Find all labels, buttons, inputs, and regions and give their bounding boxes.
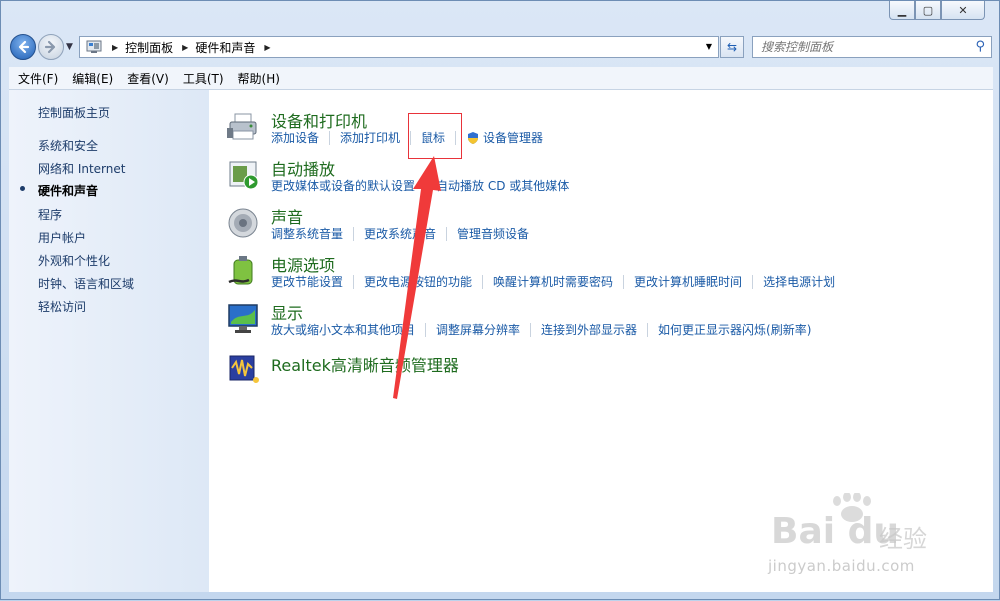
back-button[interactable] <box>10 34 36 60</box>
address-dropdown-icon[interactable]: ▼ <box>706 42 712 51</box>
link-divider <box>446 226 448 241</box>
back-arrow-icon <box>18 40 30 54</box>
link-external-display[interactable]: 连接到外部显示器 <box>541 321 637 338</box>
link-text-size[interactable]: 放大或缩小文本和其他项目 <box>271 321 415 338</box>
link-divider <box>482 274 484 289</box>
forward-arrow-icon <box>44 40 56 54</box>
autoplay-icon[interactable] <box>227 158 261 192</box>
link-manage-audio-devices[interactable]: 管理音频设备 <box>457 225 529 242</box>
speaker-icon[interactable] <box>227 206 261 240</box>
sidebar-item-ease-of-access[interactable]: 轻松访问 <box>38 298 86 315</box>
link-change-default-media-settings[interactable]: 更改媒体或设备的默认设置 <box>271 177 415 194</box>
uac-shield-icon <box>468 131 479 144</box>
link-adjust-volume[interactable]: 调整系统音量 <box>271 225 343 242</box>
link-change-power-saving[interactable]: 更改节能设置 <box>271 273 343 290</box>
link-change-power-buttons[interactable]: 更改电源按钮的功能 <box>364 273 472 290</box>
link-add-printer[interactable]: 添加打印机 <box>340 129 400 146</box>
links-autoplay: 更改媒体或设备的默认设置 自动播放 CD 或其他媒体 <box>271 177 569 194</box>
sidebar-item-clock-language-region[interactable]: 时钟、语言和区域 <box>38 275 134 292</box>
link-refresh-rate[interactable]: 如何更正显示器闪烁(刷新率) <box>658 321 811 338</box>
battery-icon[interactable] <box>227 254 261 288</box>
menu-file[interactable]: 文件(F) <box>18 70 58 87</box>
monitor-icon[interactable] <box>227 302 261 336</box>
link-screen-resolution[interactable]: 调整屏幕分辨率 <box>436 321 520 338</box>
close-button[interactable]: ✕ <box>941 1 985 20</box>
search-icon[interactable]: ⚲ <box>975 39 985 54</box>
active-item-bullet <box>20 186 25 191</box>
sidebar-item-programs[interactable]: 程序 <box>38 206 62 223</box>
address-bar[interactable]: ▶ 控制面板 ▶ 硬件和声音 ▶ ▼ <box>79 36 719 58</box>
minimize-button[interactable]: ▁ <box>889 1 915 20</box>
menu-edit[interactable]: 编辑(E) <box>72 70 113 87</box>
watermark-url: jingyan.baidu.com <box>768 557 915 575</box>
breadcrumb-control-panel[interactable]: 控制面板 <box>125 39 173 56</box>
category-title-realtek-audio[interactable]: Realtek高清晰音频管理器 <box>271 352 459 376</box>
sidebar-item-hardware-sound[interactable]: 硬件和声音 <box>38 182 98 199</box>
link-divider <box>425 178 427 193</box>
refresh-button[interactable]: ⇆ <box>720 36 744 58</box>
sidebar-item-network-internet[interactable]: 网络和 Internet <box>38 160 125 177</box>
sidebar: 控制面板主页 系统和安全 网络和 Internet 硬件和声音 程序 用户帐户 … <box>9 90 209 592</box>
control-panel-icon <box>86 40 102 53</box>
sidebar-item-user-accounts[interactable]: 用户帐户 <box>38 229 86 246</box>
link-divider <box>752 274 754 289</box>
forward-button[interactable] <box>38 34 64 60</box>
menu-view[interactable]: 查看(V) <box>127 70 169 87</box>
links-power-options: 更改节能设置 更改电源按钮的功能 唤醒计算机时需要密码 更改计算机睡眠时间 选择… <box>271 273 835 290</box>
refresh-icon: ⇆ <box>726 40 738 54</box>
sidebar-item-home[interactable]: 控制面板主页 <box>38 104 110 121</box>
mouse-link-highlight-box <box>408 113 462 159</box>
realtek-audio-icon[interactable] <box>227 352 261 386</box>
link-autoplay-cd[interactable]: 自动播放 CD 或其他媒体 <box>436 177 569 194</box>
control-panel-window: ▁ ▢ ✕ ▼ ▶ 控制面板 ▶ 硬件和声音 ▶ ▼ ⇆ 搜索控制面板 ⚲ 文件… <box>0 0 1000 600</box>
link-divider <box>425 322 427 337</box>
navigation-bar: ▼ ▶ 控制面板 ▶ 硬件和声音 ▶ ▼ ⇆ ⚲ <box>1 31 1000 61</box>
search-box[interactable]: ⚲ <box>752 36 992 58</box>
sidebar-item-appearance[interactable]: 外观和个性化 <box>38 252 110 269</box>
sidebar-item-system-security[interactable]: 系统和安全 <box>38 137 98 154</box>
links-sound: 调整系统音量 更改系统声音 管理音频设备 <box>271 225 529 242</box>
watermark-jingyan: 经验 <box>879 525 927 553</box>
breadcrumb-hardware-sound[interactable]: 硬件和声音 <box>195 39 255 56</box>
maximize-button[interactable]: ▢ <box>915 1 941 20</box>
link-divider <box>647 322 649 337</box>
link-divider <box>353 274 355 289</box>
recent-pages-dropdown-icon[interactable]: ▼ <box>66 42 73 52</box>
menu-help[interactable]: 帮助(H) <box>238 70 280 87</box>
breadcrumb-separator-icon[interactable]: ▶ <box>264 43 270 52</box>
link-change-system-sounds[interactable]: 更改系统声音 <box>364 225 436 242</box>
link-add-device[interactable]: 添加设备 <box>271 129 319 146</box>
printer-icon[interactable] <box>227 110 261 144</box>
link-require-password-on-wake[interactable]: 唤醒计算机时需要密码 <box>493 273 613 290</box>
breadcrumb-separator-icon[interactable]: ▶ <box>112 43 118 52</box>
menu-tools[interactable]: 工具(T) <box>183 70 224 87</box>
link-divider <box>623 274 625 289</box>
breadcrumb-separator-icon[interactable]: ▶ <box>182 43 188 52</box>
link-choose-power-plan[interactable]: 选择电源计划 <box>763 273 835 290</box>
link-device-manager[interactable]: 设备管理器 <box>483 129 543 146</box>
caption-buttons: ▁ ▢ ✕ <box>889 1 985 21</box>
link-change-sleep-time[interactable]: 更改计算机睡眠时间 <box>634 273 742 290</box>
links-display: 放大或缩小文本和其他项目 调整屏幕分辨率 连接到外部显示器 如何更正显示器闪烁(… <box>271 321 811 338</box>
link-divider <box>530 322 532 337</box>
search-input[interactable] <box>759 39 963 55</box>
link-divider <box>329 130 331 145</box>
menu-bar: 文件(F) 编辑(E) 查看(V) 工具(T) 帮助(H) <box>9 67 993 90</box>
link-divider <box>353 226 355 241</box>
